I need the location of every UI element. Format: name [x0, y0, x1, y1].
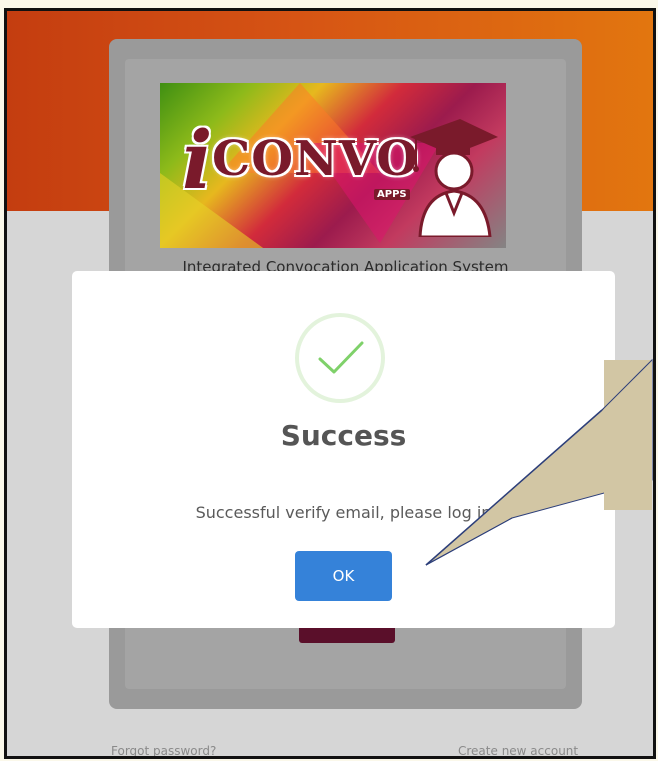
callout-annotation — [425, 358, 653, 566]
